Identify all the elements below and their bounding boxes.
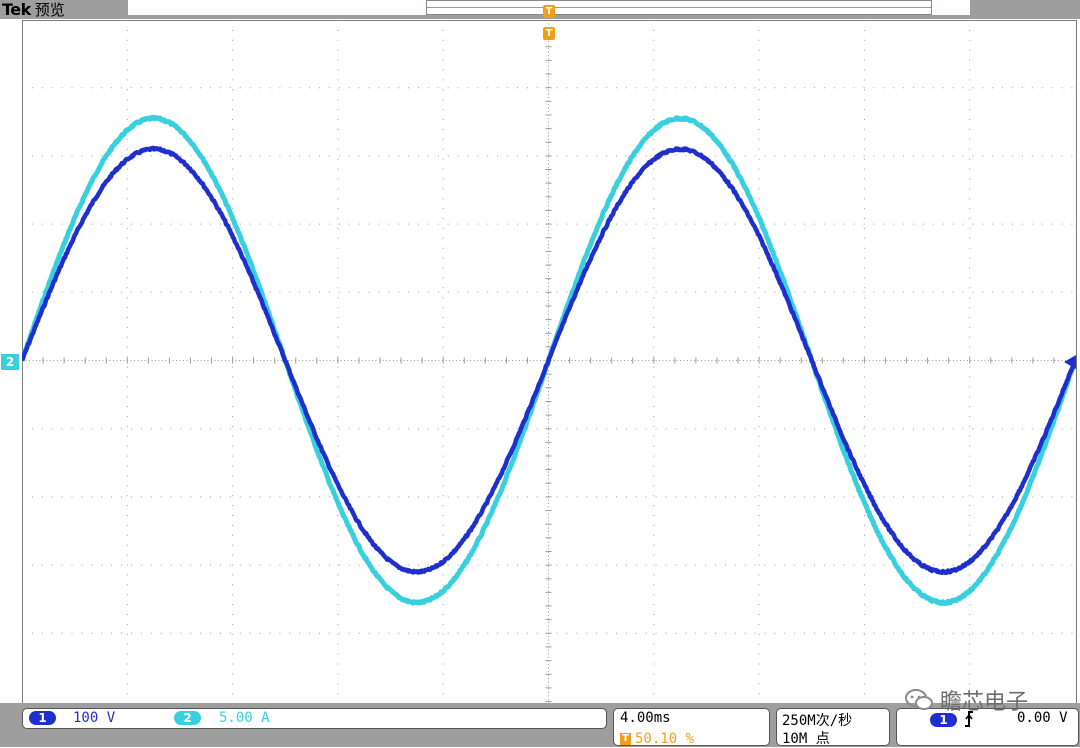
record-length: 10M 点 (782, 731, 830, 747)
waveform-graticule (22, 20, 1075, 703)
channel-1-badge[interactable]: 1 (29, 711, 56, 725)
channel-2-badge[interactable]: 2 (174, 711, 201, 725)
watermark: 瞻芯电子 (904, 684, 1028, 716)
wechat-icon (905, 689, 933, 710)
timebase-scale: 4.00ms (620, 710, 671, 726)
brand-tek: Tek (2, 0, 31, 19)
watermark-text: 瞻芯电子 (940, 690, 1029, 715)
trigger-position-readout: T 50.10 % (620, 728, 694, 747)
trigger-top-badge: T (543, 5, 555, 18)
channel-2-scale: 5.00 A (219, 710, 270, 726)
acquisition-panel[interactable]: 250M次/秒 10M 点 (776, 708, 890, 747)
channel-readout-panel[interactable]: 1 100 V 2 5.00 A (22, 708, 607, 729)
channel-1-scale: 100 V (73, 710, 116, 726)
trigger-position-marker[interactable]: T T (543, 5, 555, 40)
trigger-level-marker[interactable] (1064, 355, 1076, 369)
trigger-center-badge: T (543, 27, 555, 40)
trigger-position-badge: T (620, 732, 631, 745)
brand-label: Tek 预览 (2, 0, 65, 19)
channel-2-ground-marker[interactable]: 2 (1, 354, 19, 370)
sample-rate: 250M次/秒 (782, 713, 853, 729)
timebase-panel[interactable]: 4.00ms T 50.10 % (613, 708, 770, 747)
trigger-position-value: 50.10 % (635, 731, 695, 747)
record-view-window[interactable] (426, 0, 932, 15)
mode-label: 预览 (34, 1, 65, 19)
top-status-bar: Tek 预览 (0, 0, 1080, 19)
